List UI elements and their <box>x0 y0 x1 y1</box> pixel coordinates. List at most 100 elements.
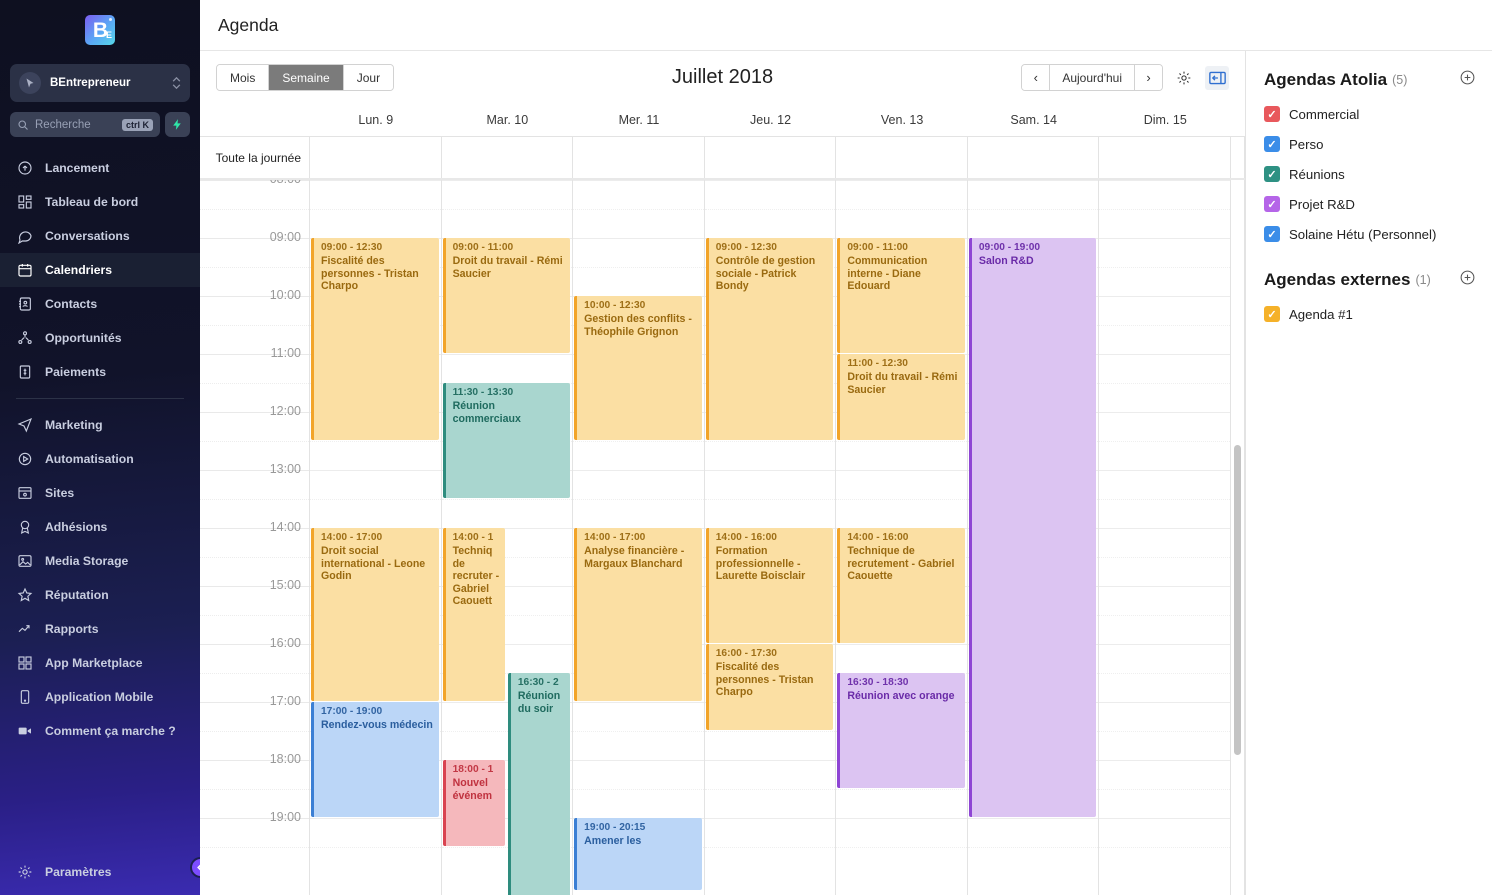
calendar-event[interactable]: 14:00 - 17:00 Analyse financière - Margau… <box>574 528 702 701</box>
grid-cell[interactable] <box>573 760 704 789</box>
calendar-event[interactable]: 14:00 - 1 Techniq de recruter - Gabriel C… <box>442 528 505 701</box>
calendar-event[interactable]: 09:00 - 11:00 Communication interne - Dia… <box>837 238 965 353</box>
calendar-event[interactable]: 14:00 - 17:00 Droit social international … <box>311 528 439 701</box>
grid-cell[interactable] <box>704 760 836 789</box>
grid-cell-half[interactable] <box>573 789 704 818</box>
grid-cell-half[interactable] <box>1099 731 1231 760</box>
grid-cell[interactable] <box>1099 702 1231 731</box>
calendar-event[interactable]: 19:00 - 20:15 Amener les <box>574 818 702 890</box>
grid-cell-half[interactable] <box>967 847 1099 876</box>
grid-cell[interactable] <box>1099 354 1231 383</box>
grid-cell[interactable] <box>1099 760 1231 789</box>
sidebar-item-opportunites[interactable]: Opportunités <box>0 321 200 355</box>
grid-cell-half[interactable] <box>836 441 967 470</box>
grid-cell-half[interactable] <box>704 847 836 876</box>
grid-cell[interactable] <box>967 180 1099 209</box>
app-logo[interactable]: B E <box>0 0 200 60</box>
grid-cell-half[interactable] <box>1099 499 1231 528</box>
grid-cell[interactable] <box>704 818 836 847</box>
grid-cell[interactable] <box>1099 180 1231 209</box>
grid-cell[interactable] <box>1099 470 1231 499</box>
grid-cell-half[interactable] <box>704 731 836 760</box>
sidebar-item-app-marketplace[interactable]: App Marketplace <box>0 646 200 680</box>
grid-cell-half[interactable] <box>1099 557 1231 586</box>
agenda-checkbox[interactable]: ✓ <box>1264 136 1280 152</box>
sidebar-item-parametres[interactable]: Paramètres <box>0 855 200 889</box>
calendar-event[interactable]: 16:30 - 2 Réunion du soir <box>507 673 571 895</box>
grid-cell-half[interactable] <box>1099 789 1231 818</box>
grid-cell[interactable] <box>1099 528 1231 557</box>
sidebar-item-paiements[interactable]: Paiements <box>0 355 200 389</box>
all-day-cell[interactable] <box>442 137 574 178</box>
grid-cell[interactable] <box>967 818 1099 847</box>
grid-cell[interactable] <box>573 180 704 209</box>
grid-cell-half[interactable] <box>441 499 573 528</box>
sidebar-item-calendriers[interactable]: Calendriers <box>0 253 200 287</box>
agenda-checkbox[interactable]: ✓ <box>1264 106 1280 122</box>
grid-cell-half[interactable] <box>836 209 967 238</box>
grid-cell-half[interactable] <box>441 209 573 238</box>
calendar-event[interactable]: 17:00 - 19:00 Rendez-vous médecin <box>311 702 439 817</box>
day-column[interactable]: 09:00 - 12:30 Fiscalité des personnes - T… <box>310 180 442 895</box>
grid-cell-half[interactable] <box>1099 441 1231 470</box>
calendar-event[interactable]: 16:00 - 17:30 Fiscalité des personnes - T… <box>705 644 834 730</box>
grid-cell[interactable] <box>1099 586 1231 615</box>
atolia-agenda-item[interactable]: ✓ Perso <box>1264 129 1492 159</box>
grid-cell-half[interactable] <box>967 209 1099 238</box>
grid-cell[interactable] <box>573 470 704 499</box>
grid-cell-half[interactable] <box>573 267 704 296</box>
calendar-event[interactable]: 14:00 - 16:00 Technique de recrutement - … <box>837 528 965 643</box>
grid-cell-half[interactable] <box>310 209 441 238</box>
grid-cell-half[interactable] <box>704 789 836 818</box>
grid-cell[interactable] <box>573 702 704 731</box>
grid-cell-half[interactable] <box>836 499 967 528</box>
grid-cell-half[interactable] <box>1099 325 1231 354</box>
calendar-event[interactable]: 10:00 - 12:30 Gestion des conflits - Théo… <box>574 296 702 440</box>
external-agenda-item[interactable]: ✓ Agenda #1 <box>1264 299 1492 329</box>
grid-cell-half[interactable] <box>1099 615 1231 644</box>
sidebar-item-comment-ca-marche[interactable]: Comment ça marche ? <box>0 714 200 748</box>
grid-cell-half[interactable] <box>573 499 704 528</box>
sidebar-item-rapports[interactable]: Rapports <box>0 612 200 646</box>
tab-jour[interactable]: Jour <box>343 65 394 90</box>
sidebar-item-adhesions[interactable]: Adhésions <box>0 510 200 544</box>
day-column[interactable] <box>1099 180 1232 895</box>
grid-cell[interactable] <box>836 644 967 673</box>
all-day-cell[interactable] <box>1099 137 1232 178</box>
grid-cell-half[interactable] <box>310 499 441 528</box>
grid-cell[interactable] <box>836 818 967 847</box>
grid-cell-half[interactable] <box>1099 847 1231 876</box>
grid-cell-half[interactable] <box>704 441 836 470</box>
grid-cell[interactable] <box>441 354 573 383</box>
all-day-cell[interactable] <box>705 137 837 178</box>
calendar-scrollbar-track[interactable] <box>1231 180 1245 895</box>
grid-cell[interactable] <box>310 818 441 847</box>
grid-cell[interactable] <box>1099 412 1231 441</box>
sidebar-item-contacts[interactable]: Contacts <box>0 287 200 321</box>
grid-cell[interactable] <box>310 180 441 209</box>
sidebar-item-marketing[interactable]: Marketing <box>0 408 200 442</box>
grid-cell-half[interactable] <box>1099 209 1231 238</box>
all-day-cell[interactable] <box>836 137 968 178</box>
sidebar-item-reputation[interactable]: Réputation <box>0 578 200 612</box>
grid-cell-half[interactable] <box>1099 383 1231 412</box>
grid-cell-half[interactable] <box>573 731 704 760</box>
calendar-event[interactable]: 11:30 - 13:30 Réunion commerciaux <box>442 383 571 498</box>
calendar-event[interactable]: 09:00 - 12:30 Contrôle de gestion sociale… <box>705 238 834 440</box>
grid-cell-half[interactable] <box>704 209 836 238</box>
all-day-cell[interactable] <box>310 137 442 178</box>
grid-cell[interactable] <box>1099 818 1231 847</box>
grid-cell[interactable] <box>1099 238 1231 267</box>
atolia-agenda-item[interactable]: ✓ Réunions <box>1264 159 1492 189</box>
atolia-agenda-item[interactable]: ✓ Projet R&D <box>1264 189 1492 219</box>
toggle-side-panel-button[interactable] <box>1205 65 1229 90</box>
calendar-event[interactable]: 09:00 - 19:00 Salon R&D <box>968 238 1097 817</box>
agenda-checkbox[interactable]: ✓ <box>1264 306 1280 322</box>
atolia-agenda-item[interactable]: ✓ Commercial <box>1264 99 1492 129</box>
grid-cell[interactable] <box>836 180 967 209</box>
sidebar-item-sites[interactable]: Sites <box>0 476 200 510</box>
add-atolia-agenda-button[interactable] <box>1459 69 1476 91</box>
calendar-settings-button[interactable] <box>1172 66 1196 90</box>
sidebar-item-lancement[interactable]: Lancement <box>0 151 200 185</box>
calendar-event[interactable]: 18:00 - 1 Nouvel événem <box>442 760 505 846</box>
